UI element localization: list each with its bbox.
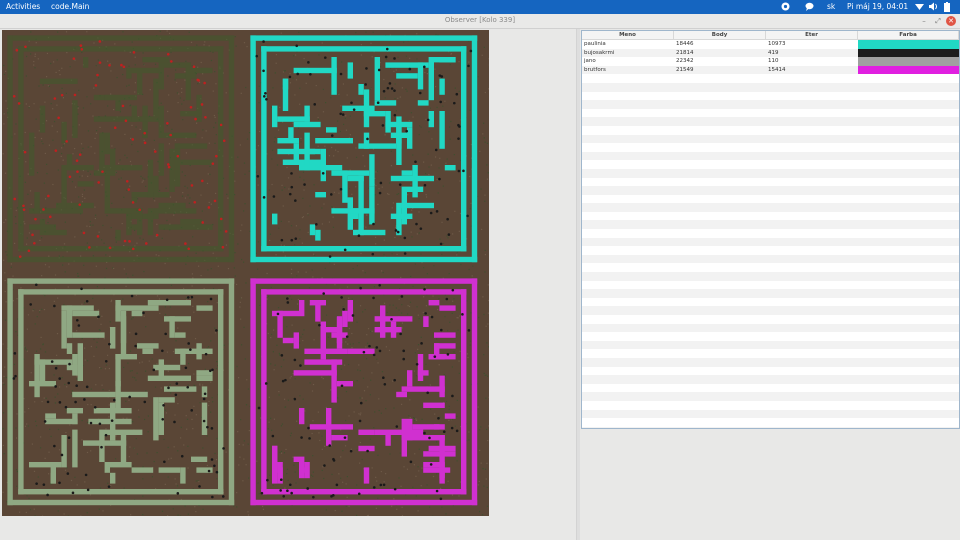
table-row[interactable]: bujosakrmi 21814 419 bbox=[582, 48, 959, 58]
empty-table-row bbox=[582, 220, 959, 230]
table-header: Meno Body Eter Farba bbox=[582, 31, 959, 40]
column-header-name[interactable]: Meno bbox=[582, 31, 675, 39]
empty-table-row bbox=[582, 134, 959, 144]
cell-color bbox=[858, 65, 959, 75]
cell-name: jano bbox=[584, 58, 596, 65]
empty-table-row bbox=[582, 229, 959, 238]
table-body: paulinia 18446 10973 bujosakrmi 21814 41… bbox=[582, 40, 959, 428]
cell-color bbox=[858, 48, 959, 58]
empty-table-row bbox=[582, 306, 959, 315]
empty-table-row bbox=[582, 418, 959, 427]
empty-table-row bbox=[582, 109, 959, 118]
empty-table-row bbox=[582, 143, 959, 152]
activities-button[interactable]: Activities bbox=[6, 2, 40, 12]
cell-points: 21814 bbox=[676, 49, 694, 56]
empty-table-row bbox=[582, 151, 959, 161]
empty-table-row bbox=[582, 92, 959, 101]
empty-table-row bbox=[582, 315, 959, 324]
cell-points: 21549 bbox=[676, 66, 694, 73]
minimize-button[interactable]: – bbox=[919, 16, 929, 26]
window-titlebar[interactable]: Observer [Kolo 339] – ⤢ ✕ bbox=[0, 14, 960, 29]
app-menu[interactable]: code.Main bbox=[51, 2, 89, 12]
empty-table-row bbox=[582, 426, 959, 428]
game-board[interactable] bbox=[2, 30, 491, 518]
top-panel: Activities code.Main sk Pi máj 19, 04:01 bbox=[0, 0, 960, 14]
table-row[interactable]: paulinia 18446 10973 bbox=[582, 40, 959, 49]
empty-table-row bbox=[582, 126, 959, 135]
empty-table-row bbox=[582, 384, 959, 393]
window-title: Observer [Kolo 339] bbox=[444, 16, 516, 24]
cell-name: bujosakrmi bbox=[584, 49, 615, 56]
empty-table-row bbox=[582, 375, 959, 384]
table-row[interactable]: brutfors 21549 15414 bbox=[582, 65, 959, 75]
empty-table-row bbox=[582, 237, 959, 247]
cell-ether: 15414 bbox=[768, 66, 786, 73]
empty-table-row bbox=[582, 212, 959, 221]
volume-icon[interactable] bbox=[929, 2, 938, 14]
cell-points: 22342 bbox=[676, 58, 694, 65]
empty-table-row bbox=[582, 74, 959, 83]
cell-name: brutfors bbox=[584, 66, 606, 73]
empty-table-row bbox=[582, 272, 959, 281]
empty-table-row bbox=[582, 100, 959, 109]
empty-table-row bbox=[582, 82, 959, 92]
empty-table-row bbox=[582, 263, 959, 272]
empty-table-row bbox=[582, 246, 959, 255]
keyboard-layout-indicator[interactable]: sk bbox=[827, 2, 835, 12]
empty-table-row bbox=[582, 340, 959, 350]
empty-table-row bbox=[582, 357, 959, 367]
empty-table-row bbox=[582, 392, 959, 401]
table-row[interactable]: jano 22342 110 bbox=[582, 57, 959, 66]
column-header-color[interactable]: Farba bbox=[858, 31, 959, 39]
cell-color bbox=[858, 40, 959, 49]
empty-table-row bbox=[582, 323, 959, 333]
empty-table-row bbox=[582, 367, 959, 376]
empty-table-row bbox=[582, 203, 959, 212]
empty-table-row bbox=[582, 349, 959, 358]
cell-color bbox=[858, 57, 959, 66]
chat-icon[interactable] bbox=[804, 1, 815, 15]
cell-ether: 10973 bbox=[768, 41, 786, 47]
cell-name: paulinia bbox=[584, 41, 606, 47]
empty-table-row bbox=[582, 281, 959, 290]
cell-points: 18446 bbox=[676, 41, 694, 47]
close-button[interactable]: ✕ bbox=[946, 16, 956, 26]
settings-icon[interactable] bbox=[780, 1, 791, 15]
empty-table-row bbox=[582, 289, 959, 298]
column-header-points[interactable]: Body bbox=[674, 31, 767, 39]
clock[interactable]: Pi máj 19, 04:01 bbox=[847, 2, 908, 12]
empty-table-row bbox=[582, 298, 959, 307]
game-board-canvas[interactable] bbox=[2, 30, 491, 518]
empty-table-row bbox=[582, 401, 959, 410]
empty-table-row bbox=[582, 178, 959, 187]
score-table: Meno Body Eter Farba paulinia 18446 1097… bbox=[581, 30, 960, 429]
maximize-button[interactable]: ⤢ bbox=[933, 16, 943, 26]
empty-table-row bbox=[582, 254, 959, 264]
wifi-icon[interactable] bbox=[915, 2, 924, 14]
empty-table-row bbox=[582, 117, 959, 126]
column-header-ether[interactable]: Eter bbox=[766, 31, 859, 39]
empty-table-row bbox=[582, 409, 959, 419]
empty-table-row bbox=[582, 195, 959, 204]
empty-table-row bbox=[582, 160, 959, 169]
empty-table-row bbox=[582, 186, 959, 195]
cell-ether: 110 bbox=[768, 58, 779, 65]
split-pane-divider[interactable] bbox=[576, 29, 580, 540]
empty-table-row bbox=[582, 332, 959, 341]
cell-ether: 419 bbox=[768, 49, 779, 56]
empty-table-row bbox=[582, 168, 959, 178]
